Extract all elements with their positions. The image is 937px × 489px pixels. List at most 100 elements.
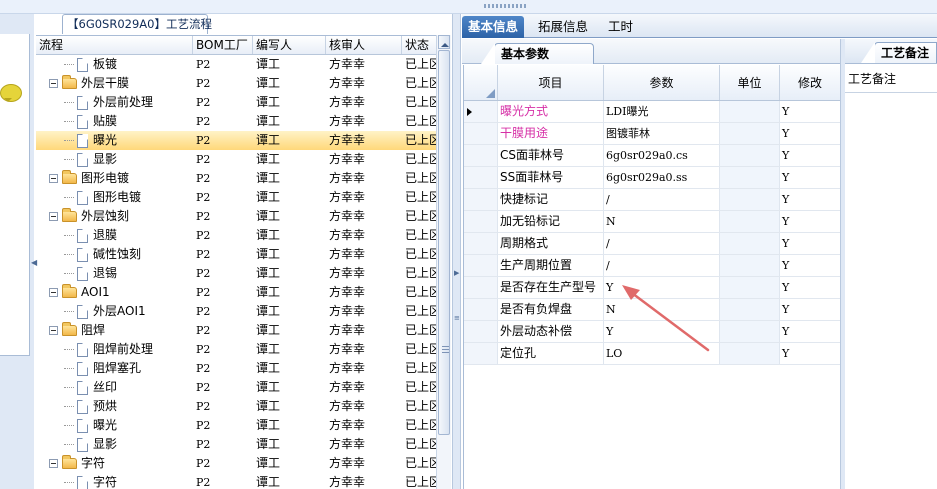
col-header-edit[interactable]: 修改 [780,65,841,100]
tree-row[interactable]: 外层干膜 P2 谭工 方幸幸 已上区 [36,74,436,93]
param-value-cell[interactable]: LDI曝光 [604,101,720,122]
tree-row[interactable]: 退锡 P2 谭工 方幸幸 已上区 [36,264,436,283]
tree-node[interactable]: 退锡 [36,264,193,283]
tree-node[interactable]: 外层蚀刻 [36,207,193,226]
param-value-cell[interactable]: 6g0sr029a0.ss [604,167,720,188]
tree-row[interactable]: 贴膜 P2 谭工 方幸幸 已上区 [36,112,436,131]
param-unit-cell[interactable] [720,343,780,364]
tree-node[interactable]: 外层AOI1 [36,302,193,321]
param-unit-cell[interactable] [720,101,780,122]
tree-row[interactable]: 退膜 P2 谭工 方幸幸 已上区 [36,226,436,245]
tree-row[interactable]: 外层前处理 P2 谭工 方幸幸 已上区 [36,93,436,112]
tree-row[interactable]: 板镀 P2 谭工 方幸幸 已上区 [36,55,436,74]
param-unit-cell[interactable] [720,255,780,276]
collapse-minus-icon[interactable] [49,288,58,297]
tree-row[interactable]: 碱性蚀刻 P2 谭工 方幸幸 已上区 [36,245,436,264]
tree-node[interactable]: AOI1 [36,283,193,302]
row-header[interactable] [464,343,498,364]
collapse-minus-icon[interactable] [49,79,58,88]
param-row[interactable]: 曝光方式 LDI曝光 Y [464,101,841,123]
tree-row[interactable]: AOI1 P2 谭工 方幸幸 已上区 [36,283,436,302]
param-edit-cell[interactable]: Y [780,145,841,166]
param-edit-cell[interactable]: Y [780,255,841,276]
col-header-unit[interactable]: 单位 [720,65,780,100]
param-value-cell[interactable]: 6g0sr029a0.cs [604,145,720,166]
tree-row[interactable]: 字符 P2 谭工 方幸幸 已上区 [36,454,436,473]
param-unit-cell[interactable] [720,211,780,232]
vertical-splitter[interactable]: ▶ ≡ [452,14,461,489]
collapse-minus-icon[interactable] [49,326,58,335]
col-header-writer[interactable]: 编写人 [253,36,326,54]
row-header[interactable] [464,145,498,166]
tree-node[interactable]: 退膜 [36,226,193,245]
col-header-flow[interactable]: 流程 [36,36,193,54]
param-edit-cell[interactable]: Y [780,343,841,364]
row-header[interactable] [464,167,498,188]
select-all-corner[interactable] [464,65,498,100]
tree-node[interactable]: 外层前处理 [36,93,193,112]
param-row[interactable]: CS面菲林号 6g0sr029a0.cs Y [464,145,841,167]
tree-row[interactable]: 显影 P2 谭工 方幸幸 已上区 [36,435,436,454]
tree-node[interactable]: 曝光 [36,131,193,150]
tree-node[interactable]: 阻焊塞孔 [36,359,193,378]
param-value-cell[interactable]: 图镀菲林 [604,123,720,144]
tree-row[interactable]: 图形电镀 P2 谭工 方幸幸 已上区 [36,188,436,207]
tree-row[interactable]: 预烘 P2 谭工 方幸幸 已上区 [36,397,436,416]
row-header[interactable] [464,189,498,210]
chat-bubble-icon[interactable] [0,84,22,102]
tree-vertical-scrollbar[interactable] [436,35,451,489]
tree-row[interactable]: 曝光 P2 谭工 方幸幸 已上区 [36,131,436,150]
tree-row[interactable]: 外层蚀刻 P2 谭工 方幸幸 已上区 [36,207,436,226]
param-value-cell[interactable]: / [604,189,720,210]
tree-row[interactable]: 阻焊 P2 谭工 方幸幸 已上区 [36,321,436,340]
splitter-grip-icon[interactable] [484,4,528,8]
param-edit-cell[interactable]: Y [780,167,841,188]
tree-node[interactable]: 丝印 [36,378,193,397]
row-header[interactable] [464,299,498,320]
tree-node[interactable]: 字符 [36,473,193,489]
param-edit-cell[interactable]: Y [780,277,841,298]
tab-basic-info[interactable]: 基本信息 [462,16,525,38]
tree-node[interactable]: 阻焊前处理 [36,340,193,359]
param-row[interactable]: 加无铅标记 N Y [464,211,841,233]
row-header[interactable] [464,321,498,342]
splitter-handle-icon[interactable]: ≡ [454,314,460,322]
param-unit-cell[interactable] [720,277,780,298]
tree-node[interactable]: 显影 [36,150,193,169]
param-row[interactable]: SS面菲林号 6g0sr029a0.ss Y [464,167,841,189]
param-row[interactable]: 周期格式 / Y [464,233,841,255]
col-header-reviewer[interactable]: 核审人 [326,36,402,54]
tree-row[interactable]: 阻焊塞孔 P2 谭工 方幸幸 已上区 [36,359,436,378]
tab-process-flow[interactable]: 【6G0SR029A0】工艺流程 [62,14,212,34]
scroll-thumb[interactable] [438,50,450,435]
param-edit-cell[interactable]: Y [780,211,841,232]
col-header-item[interactable]: 项目 [498,65,604,100]
param-unit-cell[interactable] [720,167,780,188]
row-header[interactable] [464,255,498,276]
tree-node[interactable]: 曝光 [36,416,193,435]
tree-row[interactable]: 丝印 P2 谭工 方幸幸 已上区 [36,378,436,397]
tree-node[interactable]: 显影 [36,435,193,454]
tab-work-hours[interactable]: 工时 [602,16,639,38]
param-edit-cell[interactable]: Y [780,123,841,144]
collapse-minus-icon[interactable] [49,459,58,468]
tree-node[interactable]: 图形电镀 [36,169,193,188]
scroll-up-icon[interactable] [438,35,450,49]
param-value-cell[interactable]: N [604,211,720,232]
param-row[interactable]: 生产周期位置 / Y [464,255,841,277]
param-unit-cell[interactable] [720,123,780,144]
tab-extended-info[interactable]: 拓展信息 [532,16,594,38]
row-header[interactable] [464,233,498,254]
param-edit-cell[interactable]: Y [780,321,841,342]
tree-node[interactable]: 阻焊 [36,321,193,340]
tree-node[interactable]: 外层干膜 [36,74,193,93]
row-header[interactable] [464,211,498,232]
tree-row[interactable]: 显影 P2 谭工 方幸幸 已上区 [36,150,436,169]
tree-node[interactable]: 字符 [36,454,193,473]
row-header[interactable] [464,277,498,298]
tab-basic-params[interactable]: 基本参数 [481,43,594,64]
col-header-param[interactable]: 参数 [604,65,720,100]
tree-row[interactable]: 字符 P2 谭工 方幸幸 已上区 [36,473,436,489]
tree-row[interactable]: 外层AOI1 P2 谭工 方幸幸 已上区 [36,302,436,321]
param-edit-cell[interactable]: Y [780,299,841,320]
